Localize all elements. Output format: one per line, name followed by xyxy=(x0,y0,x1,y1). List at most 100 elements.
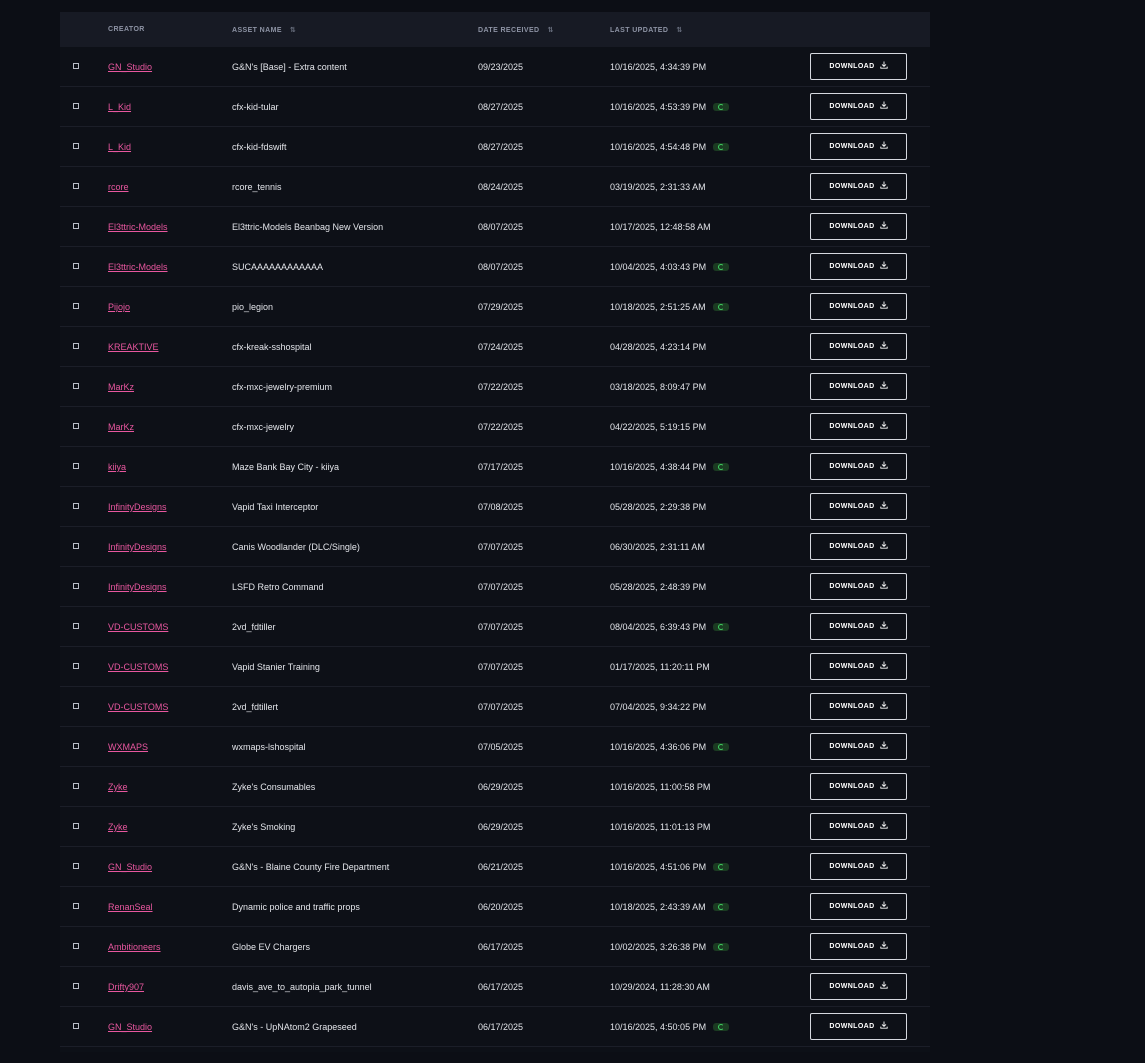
creator-link[interactable]: KREAKTIVE xyxy=(108,342,159,352)
creator-link[interactable]: RenanSeal xyxy=(108,902,153,912)
row-checkbox[interactable] xyxy=(73,183,79,189)
download-label: DOWNLOAD xyxy=(829,303,875,310)
header-creator[interactable]: CREATOR xyxy=(108,26,145,33)
date-received: 08/24/2025 xyxy=(478,182,524,192)
download-icon xyxy=(879,621,888,629)
row-checkbox[interactable] xyxy=(73,863,79,869)
row-checkbox[interactable] xyxy=(73,623,79,629)
row-checkbox[interactable] xyxy=(73,943,79,949)
creator-link[interactable]: El3ttric-Models xyxy=(108,262,168,272)
row-checkbox[interactable] xyxy=(73,263,79,269)
date-received: 06/17/2025 xyxy=(478,1022,524,1032)
download-button[interactable]: DOWNLOAD xyxy=(810,813,907,840)
download-button[interactable]: DOWNLOAD xyxy=(810,453,907,480)
creator-link[interactable]: InfinityDesigns xyxy=(108,502,167,512)
creator-link[interactable]: Zyke xyxy=(108,782,128,792)
last-updated: 07/04/2025, 9:34:22 PM xyxy=(610,702,707,712)
row-checkbox[interactable] xyxy=(73,463,79,469)
last-updated-cell: 07/04/2025, 9:34:22 PM xyxy=(610,702,706,712)
download-label: DOWNLOAD xyxy=(829,663,875,670)
download-button[interactable]: DOWNLOAD xyxy=(810,693,907,720)
download-button[interactable]: DOWNLOAD xyxy=(810,213,907,240)
creator-link[interactable]: VD-CUSTOMS xyxy=(108,662,168,672)
creator-link[interactable]: Ambitioneers xyxy=(108,942,161,952)
download-button[interactable]: DOWNLOAD xyxy=(810,373,907,400)
sort-icon[interactable]: ⇅ xyxy=(290,27,296,34)
header-last-updated[interactable]: LAST UPDATED ⇅ xyxy=(610,26,682,34)
download-button[interactable]: DOWNLOAD xyxy=(810,653,907,680)
creator-link[interactable]: InfinityDesigns xyxy=(108,542,167,552)
creator-link[interactable]: L_Kid xyxy=(108,102,131,112)
creator-link[interactable]: El3ttric-Models xyxy=(108,222,168,232)
row-checkbox[interactable] xyxy=(73,903,79,909)
row-checkbox[interactable] xyxy=(73,1023,79,1029)
download-button[interactable]: DOWNLOAD xyxy=(810,533,907,560)
creator-link[interactable]: kiiya xyxy=(108,462,126,472)
creator-link[interactable]: WXMAPS xyxy=(108,742,148,752)
row-checkbox[interactable] xyxy=(73,583,79,589)
row-checkbox[interactable] xyxy=(73,383,79,389)
download-button[interactable]: DOWNLOAD xyxy=(810,1013,907,1040)
creator-link[interactable]: GN_Studio xyxy=(108,62,152,72)
header-date-received[interactable]: DATE RECEIVED ⇅ xyxy=(478,26,553,34)
download-button[interactable]: DOWNLOAD xyxy=(810,253,907,280)
download-button[interactable]: DOWNLOAD xyxy=(810,933,907,960)
download-button[interactable]: DOWNLOAD xyxy=(810,333,907,360)
download-button[interactable]: DOWNLOAD xyxy=(810,773,907,800)
row-checkbox[interactable] xyxy=(73,223,79,229)
creator-link[interactable]: MarKz xyxy=(108,382,134,392)
row-checkbox[interactable] xyxy=(73,703,79,709)
download-button[interactable]: DOWNLOAD xyxy=(810,493,907,520)
creator-link[interactable]: Zyke xyxy=(108,822,128,832)
creator-link[interactable]: GN_Studio xyxy=(108,1022,152,1032)
creator-link[interactable]: L_Kid xyxy=(108,142,131,152)
creator-link[interactable]: rcore xyxy=(108,182,129,192)
download-button[interactable]: DOWNLOAD xyxy=(810,613,907,640)
creator-link[interactable]: InfinityDesigns xyxy=(108,582,167,592)
creator-link[interactable]: VD-CUSTOMS xyxy=(108,702,168,712)
row-checkbox[interactable] xyxy=(73,783,79,789)
sort-icon[interactable]: ⇅ xyxy=(547,27,553,34)
row-checkbox[interactable] xyxy=(73,983,79,989)
date-received: 06/29/2025 xyxy=(478,782,524,792)
header-asset-name[interactable]: ASSET NAME ⇅ xyxy=(232,26,296,34)
date-received: 06/29/2025 xyxy=(478,822,524,832)
sort-icon[interactable]: ⇅ xyxy=(676,27,682,34)
download-button[interactable]: DOWNLOAD xyxy=(810,973,907,1000)
download-button[interactable]: DOWNLOAD xyxy=(810,53,907,80)
download-label: DOWNLOAD xyxy=(829,983,875,990)
row-checkbox[interactable] xyxy=(73,503,79,509)
row-checkbox[interactable] xyxy=(73,63,79,69)
row-checkbox[interactable] xyxy=(73,303,79,309)
download-button[interactable]: DOWNLOAD xyxy=(810,413,907,440)
row-checkbox[interactable] xyxy=(73,343,79,349)
row-checkbox[interactable] xyxy=(73,423,79,429)
creator-link[interactable]: MarKz xyxy=(108,422,134,432)
download-button[interactable]: DOWNLOAD xyxy=(810,173,907,200)
table-row: MarKz cfx-mxc-jewelry-premium 07/22/2025 03… xyxy=(60,367,930,407)
creator-link[interactable]: Pijojo xyxy=(108,302,130,312)
download-button[interactable]: DOWNLOAD xyxy=(810,573,907,600)
download-button[interactable]: DOWNLOAD xyxy=(810,893,907,920)
row-checkbox[interactable] xyxy=(73,103,79,109)
row-checkbox[interactable] xyxy=(73,743,79,749)
creator-link[interactable]: GN_Studio xyxy=(108,862,152,872)
download-icon xyxy=(879,861,888,869)
download-icon xyxy=(879,141,888,149)
download-button[interactable]: DOWNLOAD xyxy=(810,133,907,160)
download-button[interactable]: DOWNLOAD xyxy=(810,853,907,880)
row-checkbox[interactable] xyxy=(73,143,79,149)
row-checkbox[interactable] xyxy=(73,823,79,829)
download-button[interactable]: DOWNLOAD xyxy=(810,93,907,120)
last-updated-cell: 10/04/2025, 4:03:43 PM xyxy=(610,262,730,272)
header-last-updated-label: LAST UPDATED xyxy=(610,27,669,34)
creator-link[interactable]: VD-CUSTOMS xyxy=(108,622,168,632)
table-row: El3ttric-Models SUCAAAAAAAAAAAA 08/07/2025… xyxy=(60,247,930,287)
row-checkbox[interactable] xyxy=(73,663,79,669)
creator-link[interactable]: Drifty907 xyxy=(108,982,144,992)
download-button[interactable]: DOWNLOAD xyxy=(810,293,907,320)
table-row: MarKz cfx-mxc-jewelry 07/22/2025 04/22/2025… xyxy=(60,407,930,447)
download-button[interactable]: DOWNLOAD xyxy=(810,733,907,760)
row-checkbox[interactable] xyxy=(73,543,79,549)
last-updated: 03/18/2025, 8:09:47 PM xyxy=(610,382,707,392)
